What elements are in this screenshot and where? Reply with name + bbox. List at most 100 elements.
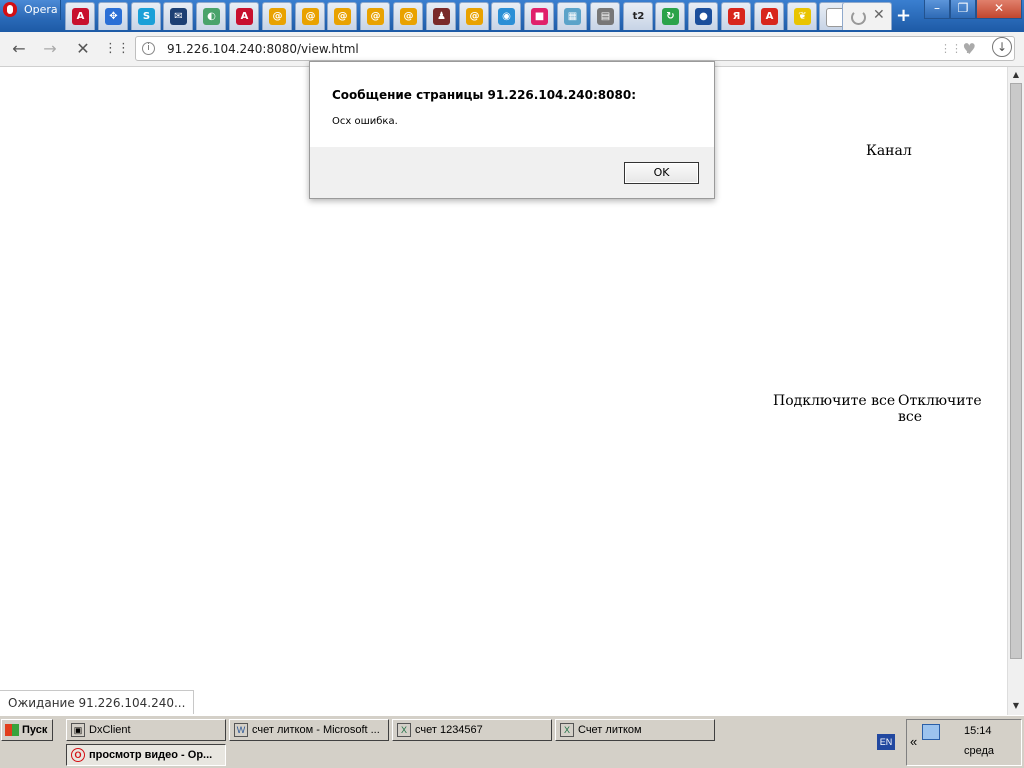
- globe-badge-icon: ●: [695, 8, 712, 25]
- bookmark-heart-icon[interactable]: ♥: [963, 40, 976, 58]
- new-tab-button[interactable]: +: [896, 5, 911, 26]
- vertical-scrollbar[interactable]: ▲ ▼: [1007, 67, 1024, 715]
- pinned-tab[interactable]: @: [295, 2, 325, 30]
- opera-menu-button[interactable]: Opera: [0, 0, 61, 20]
- status-bar-text: Ожидание 91.226.104.240...: [0, 690, 195, 714]
- pinned-tab[interactable]: ↻: [655, 2, 685, 30]
- pinned-tab[interactable]: ◐: [196, 2, 226, 30]
- move-arrows-icon: ✥: [105, 8, 122, 25]
- taskbar-button-excel-2[interactable]: X Счет литком: [555, 719, 715, 741]
- taskbar-button-label: DxClient: [89, 724, 131, 736]
- excel-icon: X: [397, 723, 411, 737]
- adobe-acrobat-icon: A: [236, 8, 253, 25]
- close-window-button[interactable]: ✕: [976, 0, 1022, 19]
- map-icon: ▦: [564, 8, 581, 25]
- skype-s-icon: S: [138, 8, 155, 25]
- mail-at-icon: @: [302, 8, 319, 25]
- pinned-tab[interactable]: ▦: [557, 2, 587, 30]
- pinned-tab[interactable]: @: [360, 2, 390, 30]
- pinned-tab[interactable]: S: [131, 2, 161, 30]
- adobe-acrobat-icon: A: [72, 8, 89, 25]
- pinned-tab[interactable]: A: [754, 2, 784, 30]
- clock-time[interactable]: 15:14: [964, 725, 992, 737]
- taskbar-button-dxclient[interactable]: ▣ DxClient: [66, 719, 226, 741]
- download-icon[interactable]: ↓: [992, 37, 1012, 57]
- dxclient-icon: ▣: [71, 723, 85, 737]
- stop-loading-icon[interactable]: ✕: [72, 39, 94, 59]
- compass-icon: ◉: [498, 8, 515, 25]
- address-bar[interactable]: i 91.226.104.240:8080/view.html ⋮⋮⋮ ♥: [135, 36, 1015, 61]
- pinned-tab[interactable]: ◉: [491, 2, 521, 30]
- envelope-icon: ✉: [170, 8, 187, 25]
- minimize-button[interactable]: –: [924, 0, 950, 19]
- refresh-globe-icon: ↻: [662, 8, 679, 25]
- bottle-icon: ♟: [433, 8, 450, 25]
- pinned-tab[interactable]: A: [229, 2, 259, 30]
- start-button[interactable]: Пуск: [1, 719, 53, 741]
- leaf-icon: ❦: [794, 8, 811, 25]
- taskbar-button-excel-1[interactable]: X счет 1234567: [392, 719, 552, 741]
- pink-speech-icon: ■: [531, 8, 548, 25]
- windows-taskbar: Пуск ▣ DxClient W счет литком - Microsof…: [0, 715, 1024, 768]
- chat-bubble-icon: ◐: [203, 8, 220, 25]
- close-tab-icon[interactable]: ✕: [873, 7, 885, 23]
- connect-all-link[interactable]: Подключите все: [773, 393, 895, 409]
- yandex-icon: Я: [728, 8, 745, 25]
- opera-icon: O: [71, 748, 85, 762]
- document-icon: ▤: [597, 8, 614, 25]
- back-arrow-icon[interactable]: ←: [8, 39, 30, 59]
- adobe-icon: A: [761, 8, 778, 25]
- word-icon: W: [234, 723, 248, 737]
- address-url[interactable]: 91.226.104.240:8080/view.html: [167, 42, 359, 56]
- t2-logo-icon: t2: [632, 11, 645, 22]
- opera-logo-icon: [3, 2, 17, 17]
- speed-dial-grid-icon[interactable]: ⋮⋮: [104, 39, 130, 59]
- pinned-tab[interactable]: ❦: [787, 2, 817, 30]
- pinned-tab[interactable]: A: [65, 2, 95, 30]
- pinned-tab[interactable]: Я: [721, 2, 751, 30]
- opera-menu-label: Opera: [24, 3, 58, 16]
- taskbar-button-label: просмотр видео - Op...: [89, 749, 213, 761]
- site-info-icon[interactable]: i: [142, 42, 155, 55]
- pinned-tab[interactable]: ♟: [426, 2, 456, 30]
- taskbar-button-word[interactable]: W счет литком - Microsoft ...: [229, 719, 389, 741]
- start-label: Пуск: [22, 724, 48, 736]
- clock-day: среда: [964, 745, 995, 757]
- pinned-tab[interactable]: ✉: [163, 2, 193, 30]
- taskbar-button-opera[interactable]: O просмотр видео - Op...: [66, 744, 226, 766]
- pinned-tab[interactable]: ✥: [98, 2, 128, 30]
- language-indicator[interactable]: EN: [877, 734, 895, 750]
- pinned-tab[interactable]: @: [327, 2, 357, 30]
- ok-button[interactable]: OK: [624, 162, 699, 184]
- pinned-tab[interactable]: ▤: [590, 2, 620, 30]
- stash-grid-icon[interactable]: ⋮⋮⋮: [940, 43, 973, 55]
- taskbar-button-label: Счет литком: [578, 724, 642, 736]
- channel-label: Канал: [866, 143, 912, 159]
- browser-tab-bar: Opera A ✥ S ✉ ◐ A @ @ @ @ @ ♟ @ ◉ ■ ▦ ▤ t2 ↻ ● Я A ❦ ✕ + – ❐ ✕: [0, 0, 1024, 32]
- alert-dialog: Сообщение страницы 91.226.104.240:8080: …: [309, 61, 715, 199]
- mail-at-icon: @: [466, 8, 483, 25]
- forward-arrow-icon[interactable]: →: [39, 39, 61, 59]
- disconnect-all-link[interactable]: Отключите все: [898, 393, 1007, 425]
- network-icon[interactable]: [922, 724, 940, 740]
- tray-expand-chevron[interactable]: «: [910, 734, 917, 749]
- maximize-button[interactable]: ❐: [950, 0, 976, 19]
- pinned-tab[interactable]: @: [459, 2, 489, 30]
- taskbar-button-label: счет литком - Microsoft ...: [252, 724, 380, 736]
- dialog-title: Сообщение страницы 91.226.104.240:8080:: [332, 88, 636, 102]
- scroll-down-arrow-icon[interactable]: ▼: [1010, 699, 1022, 713]
- dialog-message: Осх ошибка.: [332, 116, 398, 127]
- taskbar-button-label: счет 1234567: [415, 724, 483, 736]
- pinned-tab[interactable]: ■: [524, 2, 554, 30]
- mail-at-icon: @: [367, 8, 384, 25]
- loading-spinner-icon: [851, 10, 866, 25]
- mail-at-icon: @: [400, 8, 417, 25]
- excel-icon: X: [560, 723, 574, 737]
- pinned-tab[interactable]: @: [393, 2, 423, 30]
- pinned-tab[interactable]: ●: [688, 2, 718, 30]
- scroll-thumb[interactable]: [1010, 83, 1022, 659]
- pinned-tab[interactable]: t2: [623, 2, 653, 30]
- pinned-tab[interactable]: @: [262, 2, 292, 30]
- scroll-up-arrow-icon[interactable]: ▲: [1010, 68, 1022, 82]
- active-tab[interactable]: ✕: [842, 2, 892, 30]
